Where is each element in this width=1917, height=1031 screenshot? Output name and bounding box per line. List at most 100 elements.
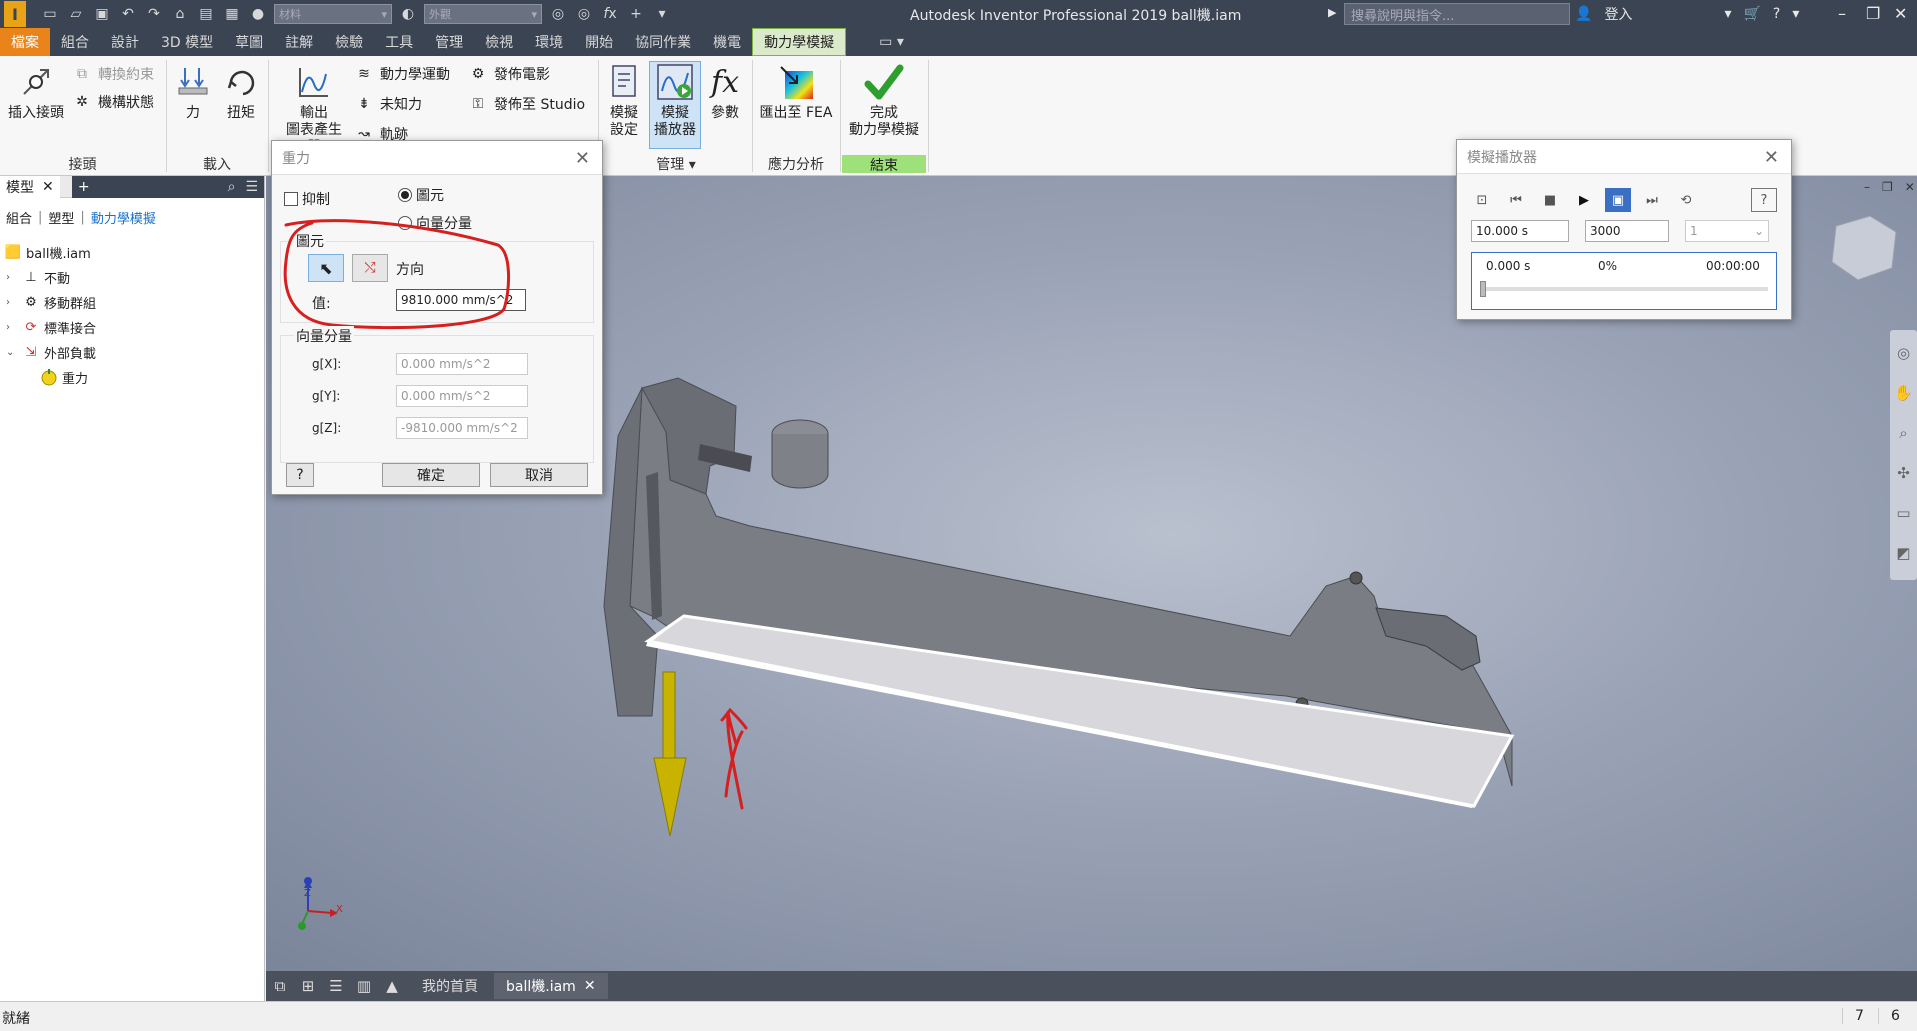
tree-item-standard-joints[interactable]: › ⟳ 標準接合 [6,317,96,337]
menu-icon[interactable]: ☰ [245,179,258,195]
browser-tab-model[interactable]: 模型 ✕ [0,175,60,198]
user-icon[interactable]: 👤 [1575,6,1592,22]
filter-modeling[interactable]: 塑型 [48,208,74,227]
steering-wheel-icon[interactable]: ◎ [1897,344,1910,362]
expand-icon[interactable]: ▶ [1328,6,1336,19]
model-part-cylinder[interactable] [771,434,829,489]
tab-tools[interactable]: 工具 [374,28,424,56]
filter-dynamic-simulation[interactable]: 動力學模擬 [91,208,156,227]
save-icon[interactable]: ▣ [92,4,112,24]
tab-file[interactable]: 檔案 [0,28,50,56]
publish-movie-button[interactable]: ⚙ 發佈電影 [468,64,550,84]
login-link[interactable]: 登入 [1604,4,1632,24]
filter-assembly[interactable]: 組合 [6,208,32,227]
viewcube-icon[interactable] [1831,215,1897,281]
close-window-icon[interactable]: ✕ [1894,4,1907,23]
tab-document[interactable]: ball機.iam ✕ [494,973,608,999]
end-button[interactable]: ⏭ [1639,188,1665,212]
screen-refresh-button[interactable]: ▣ [1605,188,1631,212]
progress-slider[interactable] [1480,281,1486,297]
plus-icon[interactable]: + [626,4,646,24]
manage-panel-label[interactable]: 管理 ▾ [600,154,752,174]
help-dropdown-icon[interactable]: ▾ [1792,6,1799,22]
tree-item-grounded[interactable]: › ⊥ 不動 [6,267,70,287]
loop-button[interactable]: ⟲ [1673,188,1699,212]
finish-dynamic-simulation-button[interactable]: 完成 動力學模擬 [842,62,926,139]
view-icon[interactable]: ◩ [1896,544,1910,562]
tab-sketch[interactable]: 草圖 [224,28,274,56]
viewport-minimize-icon[interactable]: – [1864,180,1870,194]
help-button[interactable]: ? [1751,188,1777,212]
close-document-icon[interactable]: ✕ [584,978,596,994]
appearance-icon[interactable]: ◐ [398,4,418,24]
tab-view[interactable]: 檢視 [474,28,524,56]
tab-dynamic-simulation[interactable]: 動力學模擬 [752,28,847,56]
material-select[interactable]: 材料 ▾ [274,4,392,24]
tab-3d-model[interactable]: 3D 模型 [150,28,224,56]
customize-icon[interactable]: ▾ [652,4,672,24]
tab-my-home[interactable]: 我的首頁 [410,973,490,999]
dynamic-motion-button[interactable]: ≋ 動力學運動 [354,64,450,84]
redo-icon[interactable]: ↷ [144,4,164,24]
collapse-icon[interactable]: ⌄ [6,347,18,358]
tree-item-external-loads[interactable]: ⌄ ⇲ 外部負載 [6,342,96,362]
radio-entity[interactable]: 圖元 [398,185,444,205]
ok-button[interactable]: 確定 [382,463,480,487]
tree-item-mobile-groups[interactable]: › ⚙ 移動群組 [6,292,96,312]
expand-icon[interactable]: › [6,322,18,333]
restore-icon[interactable]: ❐ [1866,4,1880,23]
help-icon[interactable]: ? [1773,6,1780,22]
select-icon[interactable]: ▦ [222,4,242,24]
viewport-close-icon[interactable]: ✕ [1905,180,1915,194]
color-icon[interactable]: ● [248,4,268,24]
tile-vertical-icon[interactable]: ▥ [350,977,378,995]
tree-item-root[interactable]: 🟨 ball機.iam [4,242,91,262]
parameters-button[interactable]: fx 參數 [704,62,746,122]
insert-joint-button[interactable]: 插入接頭 [4,62,68,122]
export-to-fea-button[interactable]: 匯出至 FEA [756,62,836,122]
final-time-input[interactable]: 10.000 s [1471,220,1569,242]
dropdown-icon[interactable]: ▾ [1724,6,1731,22]
zoom-icon[interactable]: ⌕ [1899,424,1907,442]
rewind-button[interactable]: ⏮ [1503,188,1529,212]
stop-button[interactable]: ■ [1537,188,1563,212]
convert-constraints-button[interactable]: ⧉ 轉換約束 [72,64,154,84]
tile-horizontal-icon[interactable]: ☰ [322,977,350,995]
gz-input[interactable]: -9810.000 mm/s^2 [396,417,528,439]
undo-icon[interactable]: ↶ [118,4,138,24]
gravity-value-input[interactable]: 9810.000 mm/s^2 [396,289,526,311]
open-folder-icon[interactable]: ▱ [66,4,86,24]
pan-icon[interactable]: ✋ [1894,384,1913,402]
new-file-icon[interactable]: ▭ [40,4,60,24]
mechanism-status-button[interactable]: ✲ 機構狀態 [72,92,154,112]
home-icon[interactable]: ⌂ [170,4,190,24]
cart-icon[interactable]: 🛒 [1743,6,1760,22]
tile-icon[interactable]: ⊞ [294,977,322,995]
tab-inspect[interactable]: 檢驗 [324,28,374,56]
suppress-checkbox-box[interactable] [284,192,298,206]
run-button[interactable]: ▶ [1571,188,1597,212]
fx-icon[interactable]: fx [600,4,620,24]
gy-input[interactable]: 0.000 mm/s^2 [396,385,528,407]
expand-icon[interactable]: › [6,272,18,283]
tab-annotate[interactable]: 註解 [274,28,324,56]
ribbon-display-options-icon[interactable]: ▭ ▾ [868,28,915,56]
radio-vector-button[interactable] [398,216,412,230]
simulation-player-button[interactable]: 模擬 播放器 [649,61,701,149]
radio-entity-button[interactable] [398,188,412,202]
minimize-icon[interactable]: – [1838,4,1846,23]
radio-vector-components[interactable]: 向量分量 [398,213,472,233]
tab-assemble[interactable]: 組合 [50,28,100,56]
filter-select[interactable]: 1 ⌄ [1685,220,1769,242]
publish-studio-button[interactable]: ⚿ 發佈至 Studio [468,94,585,114]
adjust-icon[interactable]: ◎ [548,4,568,24]
help-search-input[interactable]: 搜尋說明與指令... [1344,3,1570,25]
image-icon[interactable]: ▤ [196,4,216,24]
inventor-logo-icon[interactable]: I [4,1,26,27]
tab-environments[interactable]: 環境 [524,28,574,56]
tab-electromechanical[interactable]: 機電 [702,28,752,56]
look-at-icon[interactable]: ▭ [1896,504,1910,522]
gx-input[interactable]: 0.000 mm/s^2 [396,353,528,375]
construction-mode-button[interactable]: ⊡ [1469,188,1495,212]
tab-design[interactable]: 設計 [100,28,150,56]
